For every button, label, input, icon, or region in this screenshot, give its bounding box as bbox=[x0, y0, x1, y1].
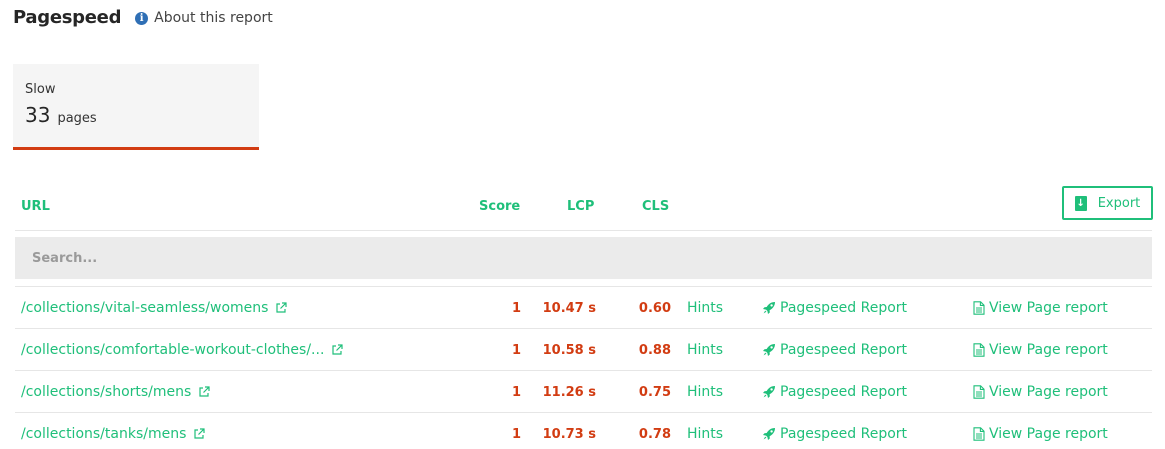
column-header-score[interactable]: Score bbox=[479, 199, 520, 214]
row-score: 1 bbox=[511, 300, 521, 316]
view-page-report-label: View Page report bbox=[989, 300, 1108, 316]
document-icon bbox=[973, 343, 985, 357]
view-page-report-label: View Page report bbox=[989, 342, 1108, 358]
row-view-page-report-link[interactable]: View Page report bbox=[973, 413, 1108, 449]
card-count-unit: pages bbox=[57, 111, 97, 126]
pagespeed-report-label: Pagespeed Report bbox=[780, 300, 908, 316]
row-url-text[interactable]: /collections/shorts/mens bbox=[21, 384, 191, 400]
about-report-label: About this report bbox=[154, 10, 273, 26]
row-pagespeed-report-link[interactable]: Pagespeed Report bbox=[762, 371, 907, 413]
row-url-text[interactable]: /collections/vital-seamless/womens bbox=[21, 300, 268, 316]
view-page-report-label: View Page report bbox=[989, 426, 1108, 442]
search-input[interactable] bbox=[15, 237, 1152, 279]
row-view-page-report-link[interactable]: View Page report bbox=[973, 371, 1108, 413]
row-cls: 0.60 bbox=[638, 300, 671, 316]
rocket-icon bbox=[763, 302, 775, 314]
card-count-number: 33 bbox=[25, 103, 51, 127]
card-label: Slow bbox=[25, 82, 56, 97]
row-url-link[interactable]: /collections/shorts/mens bbox=[21, 371, 210, 413]
row-url-text[interactable]: /collections/tanks/mens bbox=[21, 426, 186, 442]
rocket-icon bbox=[763, 344, 775, 356]
rocket-icon bbox=[763, 428, 775, 440]
row-pagespeed-report-link[interactable]: Pagespeed Report bbox=[762, 413, 907, 449]
row-url-link[interactable]: /collections/vital-seamless/womens bbox=[21, 287, 288, 329]
pagespeed-report-label: Pagespeed Report bbox=[780, 426, 908, 442]
external-link-icon[interactable] bbox=[198, 386, 210, 398]
rocket-icon bbox=[763, 386, 775, 398]
about-report-link[interactable]: i About this report bbox=[135, 10, 273, 26]
row-score: 1 bbox=[511, 426, 521, 442]
header-divider bbox=[15, 230, 1152, 231]
column-header-lcp[interactable]: LCP bbox=[567, 199, 594, 214]
pagespeed-report-label: Pagespeed Report bbox=[780, 342, 908, 358]
row-view-page-report-link[interactable]: View Page report bbox=[973, 287, 1108, 329]
external-link-icon[interactable] bbox=[331, 344, 344, 356]
row-cls: 0.78 bbox=[638, 426, 671, 442]
row-cls: 0.88 bbox=[638, 342, 671, 358]
row-hints-link[interactable]: Hints bbox=[687, 413, 723, 449]
slow-pages-card[interactable]: Slow 33 pages bbox=[13, 64, 259, 150]
row-score: 1 bbox=[511, 342, 521, 358]
info-icon: i bbox=[135, 11, 149, 25]
document-icon bbox=[973, 427, 985, 441]
row-lcp: 10.73 s bbox=[542, 426, 596, 442]
external-link-icon[interactable] bbox=[193, 428, 205, 440]
row-hints-link[interactable]: Hints bbox=[687, 329, 723, 371]
view-page-report-label: View Page report bbox=[989, 384, 1108, 400]
row-view-page-report-link[interactable]: View Page report bbox=[973, 329, 1108, 371]
export-button[interactable]: Export bbox=[1062, 186, 1153, 220]
table-row: /collections/tanks/mens 1 10.73 s 0.78 Hints… bbox=[15, 413, 1152, 449]
row-score: 1 bbox=[511, 384, 521, 400]
document-icon bbox=[973, 301, 985, 315]
document-icon bbox=[973, 385, 985, 399]
page-header: Pagespeed i About this report bbox=[13, 4, 273, 30]
row-hints-link[interactable]: Hints bbox=[687, 287, 723, 329]
row-lcp: 10.58 s bbox=[542, 342, 596, 358]
row-lcp: 11.26 s bbox=[542, 384, 596, 400]
row-url-link[interactable]: /collections/tanks/mens bbox=[21, 413, 205, 449]
table-row: /collections/comfortable-workout-clothes… bbox=[15, 329, 1152, 371]
page-title: Pagespeed bbox=[13, 6, 122, 28]
download-file-icon bbox=[1074, 195, 1087, 211]
row-lcp: 10.47 s bbox=[542, 300, 596, 316]
card-count: 33 pages bbox=[25, 103, 247, 127]
column-header-url[interactable]: URL bbox=[21, 199, 50, 214]
row-url-link[interactable]: /collections/comfortable-workout-clothes… bbox=[21, 329, 344, 371]
row-pagespeed-report-link[interactable]: Pagespeed Report bbox=[762, 329, 907, 371]
row-hints-link[interactable]: Hints bbox=[687, 371, 723, 413]
pagespeed-report-label: Pagespeed Report bbox=[780, 384, 908, 400]
table-row: /collections/shorts/mens 1 11.26 s 0.75 Hint… bbox=[15, 371, 1152, 413]
column-header-cls[interactable]: CLS bbox=[642, 199, 669, 214]
row-url-text[interactable]: /collections/comfortable-workout-clothes… bbox=[21, 342, 324, 358]
row-pagespeed-report-link[interactable]: Pagespeed Report bbox=[762, 287, 907, 329]
row-cls: 0.75 bbox=[638, 384, 671, 400]
export-label: Export bbox=[1097, 195, 1141, 211]
external-link-icon[interactable] bbox=[275, 302, 288, 314]
table-row: /collections/vital-seamless/womens 1 10.47… bbox=[15, 287, 1152, 329]
